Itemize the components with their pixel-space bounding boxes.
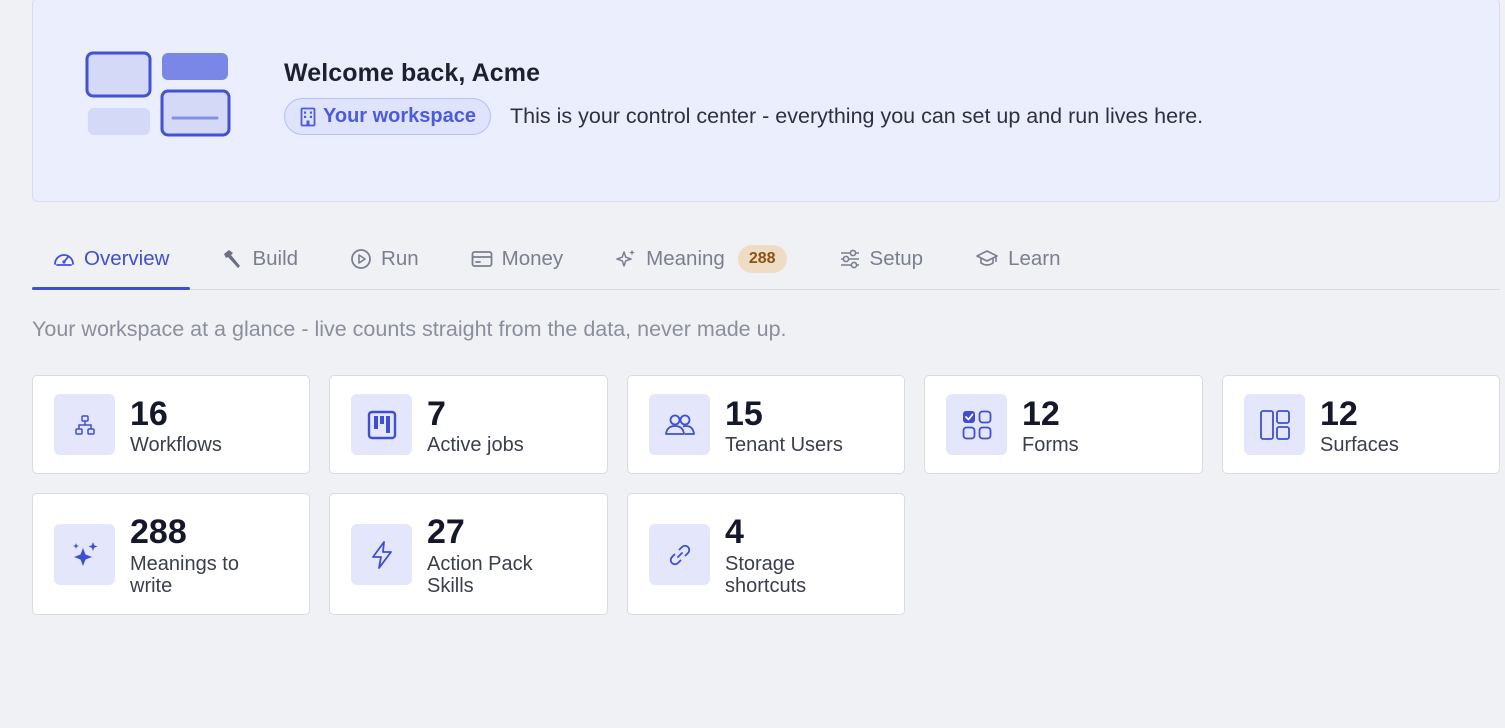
hero-description: This is your control center - everything… — [510, 104, 1204, 128]
stat-card-tenant-users[interactable]: 15 Tenant Users — [627, 375, 905, 474]
overview-subtitle: Your workspace at a glance - live counts… — [32, 317, 787, 341]
tab-run[interactable]: Run — [329, 229, 440, 289]
lightning-icon — [371, 540, 392, 569]
stat-value: 12 — [1022, 395, 1060, 433]
stat-label: Tenant Users — [725, 434, 843, 456]
graduation-cap-icon — [976, 250, 998, 266]
layout-icon — [1259, 409, 1290, 440]
tab-label: Learn — [1008, 247, 1061, 270]
stat-label: Meanings to write — [130, 553, 239, 597]
credit-card-icon — [471, 251, 493, 267]
tab-label: Meaning — [646, 247, 725, 270]
stat-card-surfaces[interactable]: 12 Surfaces — [1222, 375, 1500, 474]
card-icon-tile — [946, 394, 1007, 455]
stat-card-action-pack-skills[interactable]: 27 Action Pack Skills — [329, 493, 608, 615]
workspace-page: Welcome back, Acme Your workspace This i… — [0, 0, 1505, 728]
building-icon — [300, 107, 316, 126]
tab-label: Run — [381, 247, 419, 270]
tab-learn[interactable]: Learn — [954, 229, 1081, 289]
meaning-count-badge: 288 — [737, 245, 787, 273]
section-tabs: Overview Build Run Money Meaning 288 Set… — [32, 229, 1500, 290]
stat-card-meanings[interactable]: 288 Meanings to write — [32, 493, 310, 615]
tab-meaning[interactable]: Meaning 288 — [594, 229, 807, 289]
card-icon-tile — [351, 394, 412, 455]
tab-label: Build — [252, 247, 299, 270]
card-icon-tile — [54, 394, 115, 455]
hero-subrow: Your workspace This is your control cent… — [284, 98, 1203, 135]
link-icon — [669, 544, 690, 565]
sparkles-icon — [616, 249, 636, 267]
stat-card-workflows[interactable]: 16 Workflows — [32, 375, 310, 474]
stat-label: Forms — [1022, 434, 1079, 456]
stat-value: 12 — [1320, 395, 1358, 433]
page-title: Welcome back, Acme — [284, 59, 541, 87]
workspace-pill[interactable]: Your workspace — [284, 98, 492, 135]
play-circle-icon — [351, 249, 371, 269]
sliders-icon — [840, 249, 859, 269]
hero-text: Welcome back, Acme Your workspace This i… — [284, 57, 1203, 135]
card-icon-tile — [1244, 394, 1305, 455]
stat-card-forms[interactable]: 12 Forms — [924, 375, 1203, 474]
stat-label: Surfaces — [1320, 434, 1399, 456]
card-icon-tile — [649, 524, 710, 585]
stat-card-storage-shortcuts[interactable]: 4 Storage shortcuts — [627, 493, 905, 615]
dashboard-illustration-icon — [85, 51, 231, 137]
card-icon-tile — [649, 394, 710, 455]
stat-label: Action Pack Skills — [427, 553, 533, 597]
stat-label: Active jobs — [427, 434, 524, 456]
card-icon-tile — [54, 524, 115, 585]
kanban-icon — [367, 410, 396, 439]
gauge-icon — [54, 254, 74, 266]
sparkles-icon — [72, 541, 97, 566]
stat-value: 7 — [427, 395, 446, 433]
tab-setup[interactable]: Setup — [818, 229, 945, 289]
stat-card-active-jobs[interactable]: 7 Active jobs — [329, 375, 608, 474]
hammer-icon — [224, 250, 241, 268]
tab-build[interactable]: Build — [200, 229, 319, 289]
tab-label: Setup — [869, 247, 924, 270]
card-icon-tile — [351, 524, 412, 585]
stat-value: 16 — [130, 395, 168, 433]
workflow-icon — [74, 414, 95, 435]
stat-value: 4 — [725, 513, 744, 551]
form-grid-icon — [962, 410, 991, 439]
stat-label: Storage shortcuts — [725, 553, 807, 597]
stat-label: Workflows — [130, 434, 222, 456]
tab-label: Overview — [84, 247, 170, 270]
tab-overview[interactable]: Overview — [32, 229, 191, 290]
tab-money[interactable]: Money — [450, 229, 585, 289]
welcome-banner: Welcome back, Acme Your workspace This i… — [32, 0, 1500, 202]
workspace-pill-label: Your workspace — [323, 105, 477, 127]
stat-value: 27 — [427, 513, 465, 551]
tab-label: Money — [501, 247, 564, 270]
users-icon — [664, 414, 695, 435]
stat-value: 15 — [725, 395, 763, 433]
stat-value: 288 — [130, 513, 187, 551]
